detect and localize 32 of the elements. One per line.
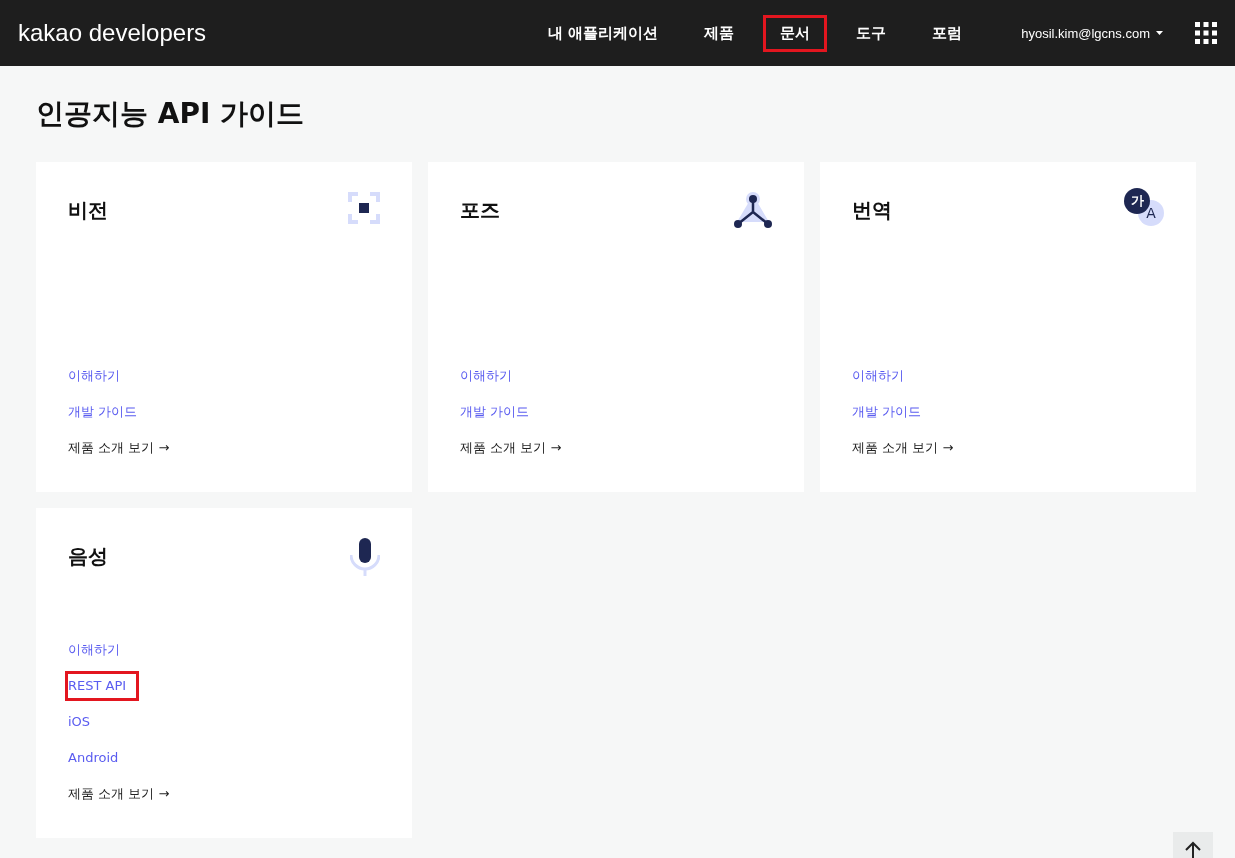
card-title: 포즈: [460, 197, 500, 224]
doc-link[interactable]: 개발 가이드: [849, 397, 925, 427]
caret-icon: [1156, 31, 1163, 35]
doc-link[interactable]: 개발 가이드: [65, 397, 141, 427]
product-intro-link[interactable]: 제품 소개 보기 →: [457, 433, 565, 463]
doc-link[interactable]: REST API: [65, 671, 140, 701]
doc-link[interactable]: Android: [65, 743, 122, 773]
logo[interactable]: kakao developers: [18, 19, 207, 47]
nav-link[interactable]: 문서: [763, 14, 828, 52]
microphone-icon: [350, 538, 380, 576]
node-graph-icon: [734, 192, 772, 228]
up-arrow-icon: [1184, 840, 1202, 858]
nav-link[interactable]: 도구: [839, 14, 904, 52]
doc-link[interactable]: 이해하기: [65, 361, 123, 391]
nav-link[interactable]: 제품: [687, 14, 752, 52]
doc-link[interactable]: 이해하기: [65, 635, 123, 665]
card-title: 비전: [68, 197, 108, 224]
nav-link[interactable]: 내 애플리케이션: [531, 14, 676, 52]
doc-link[interactable]: 개발 가이드: [457, 397, 533, 427]
doc-link[interactable]: 이해하기: [457, 361, 515, 391]
doc-link[interactable]: 이해하기: [849, 361, 907, 391]
nav-link[interactable]: 포럼: [915, 14, 980, 52]
product-intro-link[interactable]: 제품 소개 보기 →: [65, 433, 173, 463]
product-intro-link[interactable]: 제품 소개 보기 →: [65, 779, 173, 809]
page-title: 인공지능 API 가이드: [36, 96, 306, 132]
account-menu[interactable]: hyosil.kim@lgcns.com: [1021, 25, 1163, 41]
product-intro-link[interactable]: 제품 소개 보기 →: [849, 433, 957, 463]
focus-frame-icon: [348, 192, 380, 224]
doc-link[interactable]: iOS: [65, 707, 94, 737]
card-title: 음성: [68, 543, 108, 570]
apps-grid-icon[interactable]: [1195, 22, 1217, 44]
card-title: 번역: [852, 197, 892, 224]
